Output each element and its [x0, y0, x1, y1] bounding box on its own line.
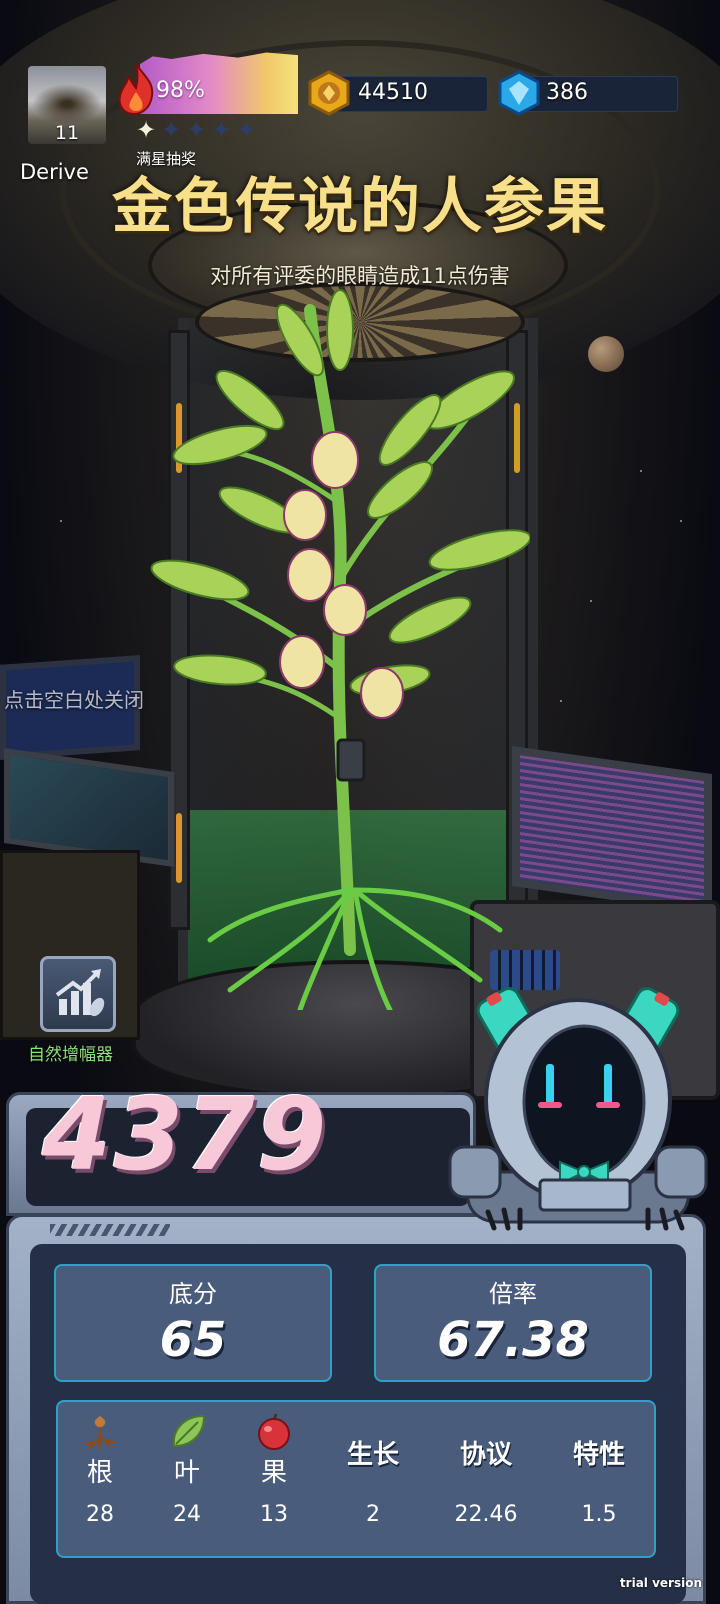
right-monitor — [512, 745, 712, 915]
star-empty-icon: ✦ — [211, 116, 232, 144]
tap-to-close-hint: 点击空白处关闭 — [4, 688, 144, 712]
avatar-tree-image — [32, 84, 102, 124]
background-star — [680, 520, 682, 522]
base-score-label: 底分 — [169, 1280, 217, 1308]
item-title: 金色传说的人参果 — [112, 172, 608, 242]
star-empty-icon: ✦ — [186, 116, 207, 144]
base-score-box: 底分 65 — [54, 1264, 332, 1382]
star-progress[interactable]: ✦ ✦ ✦ ✦ ✦ — [136, 116, 257, 144]
leaf-icon — [172, 1414, 206, 1448]
fire-icon — [118, 63, 154, 116]
ginseng-fruit-plant — [150, 289, 530, 1010]
energy-percent: 98% — [156, 78, 205, 103]
background-star — [640, 470, 642, 472]
apple-icon — [258, 1413, 290, 1450]
gold-amount: 44510 — [358, 80, 428, 105]
root-icon — [84, 1416, 116, 1450]
base-score-value: 65 — [159, 1312, 227, 1368]
multiplier-label: 倍率 — [489, 1280, 537, 1308]
attr-growth-value: 2 — [366, 1502, 380, 1527]
attr-protocol-value: 22.46 — [454, 1502, 518, 1527]
robot-mascot — [448, 987, 708, 1231]
attr-protocol-name: 协议 — [459, 1440, 512, 1470]
attr-trait-name: 特性 — [572, 1440, 625, 1470]
gem-amount: 386 — [546, 80, 588, 105]
attr-leaf-value: 24 — [173, 1502, 201, 1527]
nature-amplifier-button[interactable] — [40, 956, 116, 1032]
star-empty-icon: ✦ — [236, 116, 257, 144]
trial-version-watermark: trial version — [619, 1576, 702, 1590]
star-empty-icon: ✦ — [161, 116, 182, 144]
gold-coin-icon — [308, 70, 350, 116]
attr-fruit-name: 果 — [260, 1458, 287, 1488]
total-score: 4379 — [42, 1076, 329, 1193]
player-level: 11 — [54, 122, 80, 144]
attr-root-name: 根 — [86, 1458, 113, 1488]
planet-icon — [588, 336, 624, 372]
gem-icon — [498, 70, 540, 116]
multiplier-box: 倍率 67.38 — [374, 1264, 652, 1382]
attr-leaf-name: 叶 — [173, 1458, 200, 1488]
attr-growth-name: 生长 — [346, 1440, 399, 1470]
nature-amplifier-label: 自然增幅器 — [28, 1045, 113, 1065]
attr-trait-value: 1.5 — [581, 1502, 617, 1527]
attr-fruit-value: 13 — [260, 1502, 288, 1527]
background-star — [590, 600, 592, 602]
player-avatar[interactable]: 11 — [28, 66, 106, 144]
background-star — [60, 520, 62, 522]
panel-stripes — [50, 1224, 170, 1236]
attr-root-value: 28 — [86, 1502, 114, 1527]
background-star — [560, 700, 562, 702]
item-description: 对所有评委的眼睛造成11点伤害 — [210, 264, 510, 288]
star-filled-icon: ✦ — [136, 116, 157, 144]
growth-chart-icon — [55, 969, 105, 1017]
attributes-box — [56, 1400, 656, 1558]
multiplier-value: 67.38 — [437, 1312, 589, 1368]
